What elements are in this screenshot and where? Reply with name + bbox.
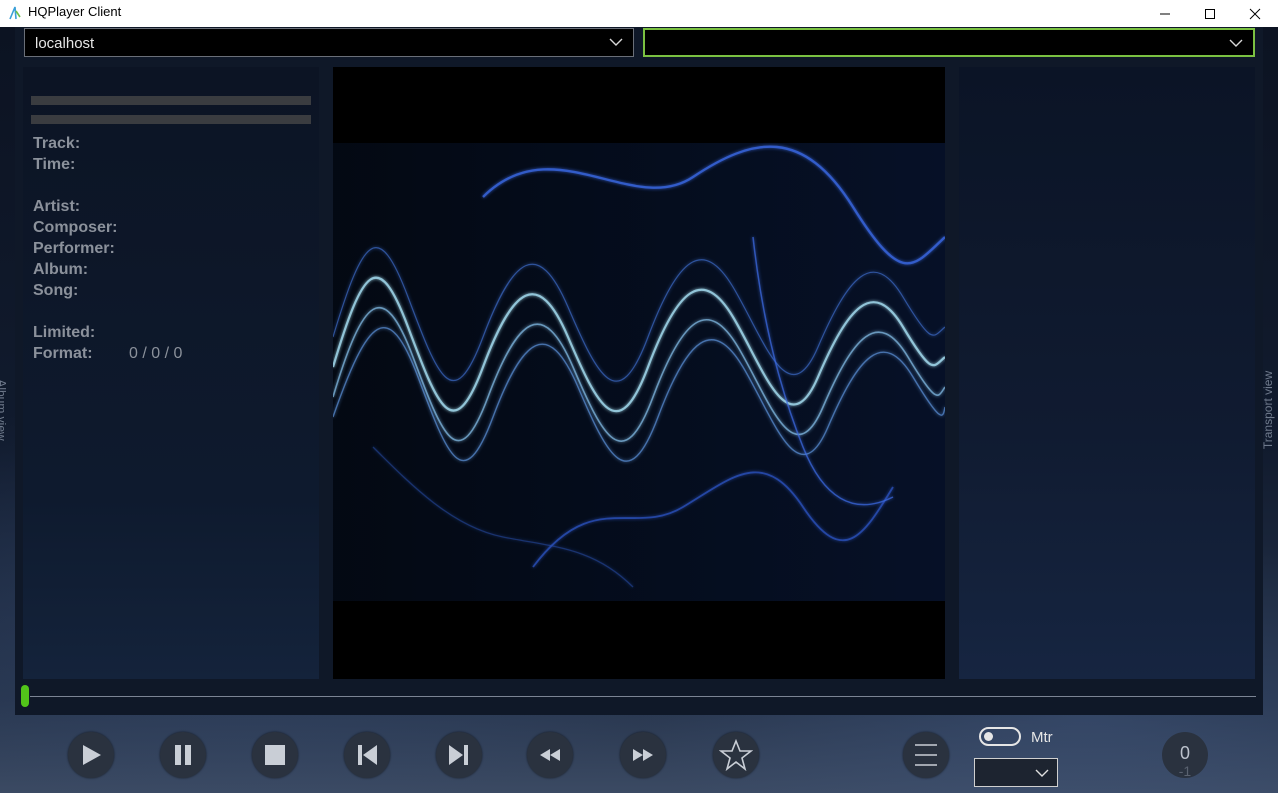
- performer-label: Performer:: [33, 240, 115, 257]
- window-title: HQPlayer Client: [28, 4, 122, 19]
- maximize-button[interactable]: [1187, 0, 1233, 27]
- format-value: 0 / 0 / 0: [129, 345, 183, 362]
- chevron-down-icon: [1229, 39, 1243, 47]
- track-label: Track:: [33, 135, 81, 152]
- rewind-icon: [540, 749, 560, 761]
- star-icon: [719, 739, 753, 771]
- stop-icon: [265, 745, 285, 765]
- main-area: Album view Transport view localhost Trac…: [0, 27, 1278, 793]
- skip-back-icon: [358, 745, 377, 765]
- favorite-button[interactable]: [713, 732, 759, 778]
- artist-label: Artist:: [33, 198, 81, 215]
- track-info-panel: Track: Time: Artist: Composer: Performer…: [23, 67, 319, 679]
- close-button[interactable]: [1232, 0, 1278, 27]
- album-label: Album:: [33, 261, 89, 278]
- transport-panel: [959, 67, 1255, 679]
- fast-forward-button[interactable]: [620, 732, 666, 778]
- waveform-artwork: [333, 143, 945, 601]
- host-select-value: localhost: [35, 35, 95, 52]
- transport-view-toggle[interactable]: Transport view: [1261, 371, 1275, 449]
- play-icon: [83, 745, 101, 765]
- counter-value: 0: [1179, 743, 1190, 763]
- time-label: Time:: [33, 156, 76, 173]
- minimize-icon: [1160, 13, 1170, 14]
- menu-icon: [915, 744, 937, 766]
- seek-track[interactable]: [30, 696, 1256, 697]
- pause-button[interactable]: [160, 732, 206, 778]
- format-label: Format:: [33, 345, 93, 362]
- title-bar: HQPlayer Client: [0, 0, 1278, 27]
- play-button[interactable]: [68, 732, 114, 778]
- host-select[interactable]: localhost: [24, 28, 634, 57]
- meter-toggle[interactable]: [979, 727, 1021, 746]
- close-icon: [1249, 8, 1261, 19]
- skip-forward-icon: [449, 745, 468, 765]
- seek-handle[interactable]: [21, 685, 29, 707]
- level-bar-right: [31, 115, 311, 124]
- menu-button[interactable]: [903, 732, 949, 778]
- limited-label: Limited:: [33, 324, 96, 341]
- chevron-down-icon: [1035, 769, 1049, 777]
- mode-select[interactable]: [974, 758, 1058, 787]
- pause-icon: [175, 745, 191, 765]
- previous-track-button[interactable]: [344, 732, 390, 778]
- minimize-button[interactable]: [1142, 0, 1188, 27]
- rewind-button[interactable]: [527, 732, 573, 778]
- queue-counter[interactable]: 0 -1: [1162, 732, 1208, 779]
- next-track-button[interactable]: [436, 732, 482, 778]
- player-select[interactable]: [643, 28, 1255, 57]
- maximize-icon: [1205, 8, 1215, 19]
- meter-label: Mtr: [1031, 729, 1053, 746]
- meter-toggle-knob: [984, 732, 993, 741]
- level-bar-left: [31, 96, 311, 105]
- chevron-down-icon: [609, 38, 623, 46]
- counter-subvalue: -1: [1178, 763, 1192, 779]
- song-label: Song:: [33, 282, 79, 299]
- fast-forward-icon: [633, 749, 653, 761]
- stop-button[interactable]: [252, 732, 298, 778]
- app-icon: [7, 5, 23, 21]
- album-view-toggle[interactable]: Album view: [0, 379, 9, 440]
- album-art: [333, 67, 945, 679]
- composer-label: Composer:: [33, 219, 118, 236]
